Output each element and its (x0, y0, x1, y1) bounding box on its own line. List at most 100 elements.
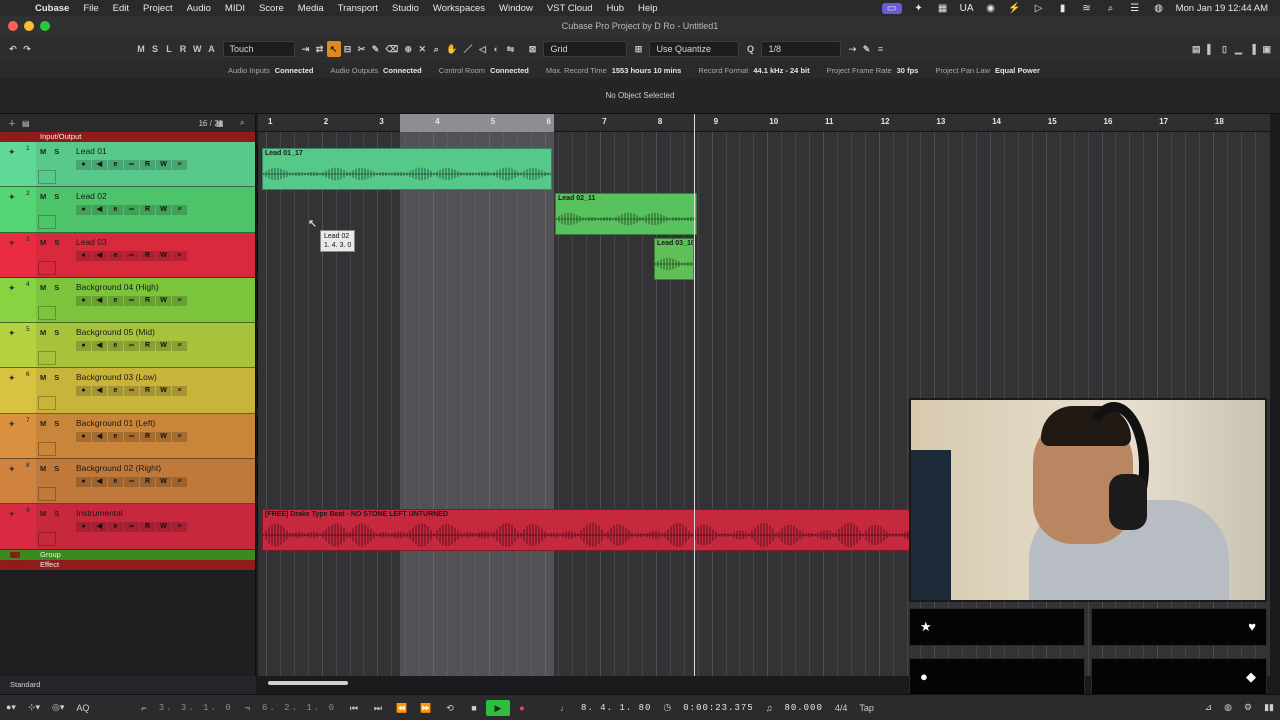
status-value[interactable]: Connected (383, 66, 422, 75)
edit-channel-button[interactable]: e (108, 431, 123, 442)
right-zone-icon[interactable]: ▐ (1245, 41, 1259, 57)
ruler-bar-number[interactable]: 11 (825, 117, 833, 126)
minimize-window-button[interactable] (24, 21, 34, 31)
track-color-strip[interactable] (0, 232, 36, 277)
track-name[interactable]: Background 01 (Left) (76, 418, 155, 428)
layout-icon[interactable]: ▣ (1259, 41, 1274, 57)
settings-icon[interactable]: ⚙ (1238, 702, 1258, 713)
locate-icon[interactable]: ⇄ (313, 41, 327, 57)
monitor-button[interactable]: ◀ (92, 431, 107, 442)
menu-vst-cloud[interactable]: VST Cloud (540, 3, 600, 14)
go-to-start-icon[interactable]: ⏮ (342, 700, 366, 716)
mute-solo-buttons[interactable]: MS (40, 328, 67, 337)
audio-interface-icon[interactable]: ▦ (936, 3, 950, 14)
close-window-button[interactable] (8, 21, 18, 31)
more-tools-icon[interactable]: ≡ (873, 41, 887, 57)
quantize-mode-select[interactable]: Use Quantize (649, 41, 740, 57)
track-visibility-icon[interactable]: ▦ (216, 119, 224, 128)
track-name[interactable]: Background 03 (Low) (76, 372, 157, 382)
status-value[interactable]: Connected (275, 66, 314, 75)
mute-solo-buttons[interactable]: MS (40, 509, 67, 518)
object-select-tool-icon[interactable]: ↖ (326, 41, 341, 57)
global-solo-button[interactable]: S (148, 41, 162, 57)
menu-media[interactable]: Media (291, 3, 331, 14)
edit-channel-button[interactable]: e (108, 295, 123, 306)
menu-project[interactable]: Project (136, 3, 180, 14)
snap-on-icon[interactable]: ⊠ (525, 41, 539, 57)
ruler-bar-number[interactable]: 4 (435, 117, 439, 126)
ruler-bar-number[interactable]: 8 (658, 117, 662, 126)
rewind-icon[interactable]: ⏪ (390, 700, 414, 716)
lanes-button[interactable]: ∞ (124, 341, 139, 352)
write-button[interactable]: W (156, 522, 171, 533)
track-row[interactable]: ✦ 2 MS Lead 02 ● ◀ e ∞ R W ≡ (0, 187, 261, 233)
lanes-button[interactable]: ∞ (124, 250, 139, 261)
ruler-bar-number[interactable]: 13 (936, 117, 945, 126)
find-track-icon[interactable]: ⌕ (240, 118, 244, 128)
go-to-end-icon[interactable]: ⏭ (366, 700, 390, 716)
secondary-time-display[interactable]: 0:00:23.375 (677, 703, 759, 713)
range-tool-icon[interactable]: ⊟ (341, 41, 355, 57)
record-icon[interactable]: ● (510, 700, 534, 716)
track-row[interactable]: ✦ 3 MS Lead 03 ● ◀ e ∞ R W ≡ (0, 232, 261, 278)
zoom-tool-icon[interactable]: ⌕ (429, 41, 443, 57)
write-button[interactable]: W (156, 160, 171, 170)
menu-hub[interactable]: Hub (600, 3, 631, 14)
ruler-bar-number[interactable]: 12 (881, 117, 890, 126)
write-button[interactable]: W (156, 250, 171, 261)
ruler-bar-number[interactable]: 5 (491, 117, 495, 126)
mute-solo-buttons[interactable]: MS (40, 464, 67, 473)
ruler-bar-number[interactable]: 18 (1215, 117, 1224, 126)
track-name[interactable]: Lead 01 (76, 146, 107, 156)
range-selection[interactable] (400, 132, 554, 676)
menu-audio[interactable]: Audio (180, 3, 218, 14)
left-locator-display[interactable]: 3. 3. 1. 0 (153, 703, 239, 713)
search-icon[interactable]: ⌕ (1104, 3, 1118, 14)
read-button[interactable]: R (140, 341, 155, 352)
track-name[interactable]: Background 02 (Right) (76, 463, 161, 473)
forward-icon[interactable]: ⏩ (414, 700, 438, 716)
mute-tool-icon[interactable]: ✕ (415, 41, 429, 57)
lanes-button[interactable]: ∞ (124, 477, 139, 488)
ruler-bar-number[interactable]: 7 (602, 117, 606, 126)
quantize-value-select[interactable]: 1/8 (761, 41, 842, 57)
cycle-icon[interactable]: ⟲ (438, 700, 462, 716)
locale-indicator[interactable]: UA (960, 3, 974, 14)
track-color-strip[interactable] (0, 187, 36, 232)
track-name[interactable]: Background 04 (High) (76, 282, 159, 292)
status-value[interactable]: Connected (490, 66, 529, 75)
track-color-strip[interactable] (0, 504, 36, 549)
track-color-strip[interactable] (0, 323, 36, 368)
menu-window[interactable]: Window (492, 3, 540, 14)
record-enable-button[interactable]: ● (76, 295, 91, 306)
track-menu-button[interactable]: ≡ (172, 522, 187, 533)
folder-view-icon[interactable]: ⌂ (200, 119, 205, 128)
quantize-settings-icon[interactable]: ⇢ (845, 41, 859, 57)
automation-a-button[interactable]: A (205, 41, 219, 57)
read-button[interactable]: R (140, 477, 155, 488)
ruler-bar-number[interactable]: 17 (1159, 117, 1168, 126)
click-icon[interactable]: ⊿ (1199, 702, 1219, 713)
track-row[interactable]: ✦ 8 MS Background 02 (Right) ● ◀ e ∞ R W… (0, 459, 261, 505)
ruler-bar-number[interactable]: 2 (324, 117, 328, 126)
read-automation-button[interactable]: R (176, 41, 190, 57)
read-button[interactable]: R (140, 431, 155, 442)
edit-channel-button[interactable]: e (108, 386, 123, 397)
track-color-strip[interactable] (0, 277, 36, 323)
mute-solo-buttons[interactable]: MS (40, 192, 67, 201)
left-locator-icon[interactable]: ⌐ (135, 703, 152, 713)
track-menu-button[interactable]: ≡ (172, 477, 187, 488)
grid-type-icon[interactable]: ⊞ (631, 41, 645, 57)
menu-score[interactable]: Score (252, 3, 291, 14)
read-button[interactable]: R (140, 205, 155, 216)
nudge-icon[interactable]: ⇋ (503, 41, 517, 57)
auto-quantize-button[interactable]: AQ (70, 703, 95, 713)
folder-input-output[interactable]: Input/Output (0, 132, 255, 142)
record-enable-button[interactable]: ● (76, 431, 91, 442)
ruler-bar-number[interactable]: 3 (379, 117, 383, 126)
edit-mode-icon[interactable]: ✎ (859, 41, 873, 57)
line-tool-icon[interactable]: ／ (460, 41, 475, 57)
status-value[interactable]: 44.1 kHz - 24 bit (753, 66, 809, 75)
edit-channel-button[interactable]: e (108, 477, 123, 488)
audio-event[interactable]: Lead 03_10 (654, 238, 694, 280)
